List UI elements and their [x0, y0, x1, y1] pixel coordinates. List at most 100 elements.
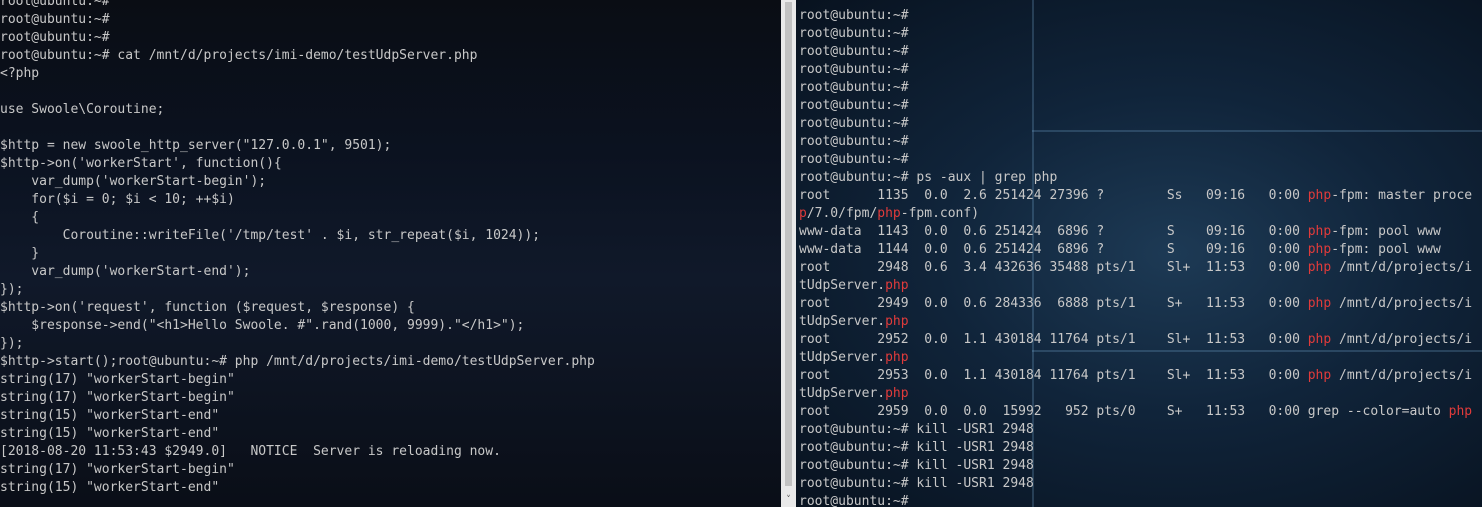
terminal-line: root@ubuntu:~# [0, 0, 110, 9]
terminal-text: root 2952 0.0 1.1 430184 11764 pts/1 Sl+… [799, 332, 1308, 347]
terminal-line: string(15) "workerStart-end" [0, 426, 220, 441]
terminal-line: tUdpServer.php [799, 385, 1472, 403]
terminal-line: tUdpServer.php [799, 349, 1472, 367]
terminal-line: tUdpServer.php [799, 313, 1472, 331]
terminal-line: root@ubuntu:~# [0, 12, 110, 27]
highlighted-match: php [885, 386, 909, 401]
right-terminal-output: root@ubuntu:~# root@ubuntu:~# root@ubuntu:… [799, 7, 1472, 507]
terminal-line: root@ubuntu:~# [799, 25, 1472, 43]
terminal-line: root@ubuntu:~# [799, 493, 1472, 507]
terminal-text: tUdpServer. [799, 386, 886, 401]
terminal-line: string(17) "workerStart-begin" [0, 390, 235, 405]
terminal-text: root@ubuntu:~# kill -USR1 2948 [799, 422, 1034, 437]
highlighted-match: php [1307, 260, 1332, 275]
terminal-line: root 2948 0.6 3.4 432636 35488 pts/1 Sl+… [799, 259, 1472, 277]
terminal-line: use Swoole\Coroutine; [0, 102, 165, 117]
terminal-line: root@ubuntu:~# [799, 7, 1472, 25]
terminal-line: root 2959 0.0 0.0 15992 952 pts/0 S+ 11:… [799, 403, 1472, 421]
highlighted-match: php [1307, 224, 1332, 239]
terminal-text: root 1135 0.0 2.6 251424 27396 ? Ss 09:1… [799, 188, 1308, 203]
terminal-text: root 2949 0.0 0.6 284336 6888 pts/1 S+ 1… [799, 296, 1308, 311]
terminal-line: root@ubuntu:~# [0, 30, 110, 45]
highlighted-match: php [885, 314, 909, 329]
terminal-text: root 2959 0.0 0.0 15992 952 pts/0 S+ 11:… [799, 404, 1449, 419]
left-terminal-output: root@ubuntu:~# root@ubuntu:~# root@ubuntu:… [0, 0, 595, 497]
terminal-line: }); [0, 336, 24, 351]
terminal-line: var_dump('workerStart-begin'); [0, 174, 267, 189]
terminal-line: root@ubuntu:~# [799, 115, 1472, 133]
terminal-text: tUdpServer. [799, 314, 886, 329]
left-terminal-pane[interactable]: root@ubuntu:~# root@ubuntu:~# root@ubuntu:… [0, 0, 781, 507]
scrollbar-thumb[interactable] [785, 2, 792, 486]
terminal-text: tUdpServer. [799, 278, 886, 293]
terminal-line: www-data 1144 0.0 0.6 251424 6896 ? S 09… [799, 241, 1472, 259]
terminal-line: $http->on('request', function ($request,… [0, 300, 415, 315]
highlighted-match: php [885, 278, 909, 293]
highlighted-match: php [885, 350, 909, 365]
terminal-line: for($i = 0; $i < 10; ++$i) [0, 192, 235, 207]
highlighted-match: php [1307, 332, 1332, 347]
terminal-text: /mnt/d/projects/i [1331, 296, 1473, 311]
terminal-line: root@ubuntu:~# ps -aux | grep php [799, 169, 1472, 187]
highlighted-match: php [877, 206, 901, 221]
terminal-line: [2018-08-20 11:53:43 $2949.0] NOTICE Ser… [0, 444, 501, 459]
terminal-line: root@ubuntu:~# kill -USR1 2948 [799, 421, 1472, 439]
terminal-text: root@ubuntu:~# [799, 62, 909, 77]
scroll-down-icon[interactable]: ˅ [783, 495, 794, 505]
terminal-text: /mnt/d/projects/i [1331, 368, 1473, 383]
terminal-line: string(17) "workerStart-begin" [0, 372, 235, 387]
terminal-line: string(17) "workerStart-begin" [0, 462, 235, 477]
terminal-line: root 1135 0.0 2.6 251424 27396 ? Ss 09:1… [799, 187, 1472, 205]
terminal-text: root 2948 0.6 3.4 432636 35488 pts/1 Sl+… [799, 260, 1308, 275]
terminal-line: $http = new swoole_http_server("127.0.0.… [0, 138, 392, 153]
terminal-text: root@ubuntu:~# [799, 152, 909, 167]
terminal-text: -fpm: pool www [1331, 242, 1441, 257]
terminal-text: root@ubuntu:~# [799, 8, 909, 23]
terminal-line: root@ubuntu:~# kill -USR1 2948 [799, 475, 1472, 493]
terminal-text: root 2953 0.0 1.1 430184 11764 pts/1 Sl+… [799, 368, 1308, 383]
terminal-line: $response->end("<h1>Hello Swoole. #".ran… [0, 318, 525, 333]
terminal-text: root@ubuntu:~# [799, 98, 909, 113]
terminal-text: www-data 1143 0.0 0.6 251424 6896 ? S 09… [799, 224, 1308, 239]
terminal-text: root@ubuntu:~# kill -USR1 2948 [799, 458, 1034, 473]
terminal-text: -fpm: pool www [1331, 224, 1441, 239]
terminal-text: /7.0/fpm/ [806, 206, 878, 221]
terminal-line: root 2952 0.0 1.1 430184 11764 pts/1 Sl+… [799, 331, 1472, 349]
terminal-line: { [0, 210, 40, 225]
terminal-line: root@ubuntu:~# cat /mnt/d/projects/imi-d… [0, 48, 478, 63]
terminal-text: root@ubuntu:~# kill -USR1 2948 [799, 440, 1034, 455]
terminal-line: root@ubuntu:~# [799, 133, 1472, 151]
terminal-line: $http->start();root@ubuntu:~# php /mnt/d… [0, 354, 595, 369]
vertical-scrollbar[interactable]: ˅ [781, 0, 796, 507]
terminal-text: root@ubuntu:~# [799, 80, 909, 95]
terminal-line: string(15) "workerStart-end" [0, 408, 220, 423]
terminal-line: $http->on('workerStart', function(){ [0, 156, 282, 171]
terminal-line: root@ubuntu:~# [799, 79, 1472, 97]
terminal-text: root@ubuntu:~# ps -aux | grep php [799, 170, 1058, 185]
highlighted-match: php [1448, 404, 1473, 419]
terminal-line: root 2949 0.0 0.6 284336 6888 pts/1 S+ 1… [799, 295, 1472, 313]
highlighted-match: php [1307, 188, 1332, 203]
highlighted-match: php [1307, 242, 1332, 257]
terminal-text: -fpm: master proce [1331, 188, 1473, 203]
terminal-text: tUdpServer. [799, 350, 886, 365]
terminal-text: root@ubuntu:~# [799, 134, 909, 149]
terminal-line: tUdpServer.php [799, 277, 1472, 295]
terminal-line: p/7.0/fpm/php-fpm.conf) [799, 205, 1472, 223]
terminal-line: root@ubuntu:~# [799, 97, 1472, 115]
terminal-text: root@ubuntu:~# [799, 26, 909, 41]
terminal-line: var_dump('workerStart-end'); [0, 264, 251, 279]
terminal-line: string(15) "workerStart-end" [0, 480, 220, 495]
terminal-text: /mnt/d/projects/i [1331, 332, 1473, 347]
terminal-line: }); [0, 282, 24, 297]
terminal-text: /mnt/d/projects/i [1331, 260, 1473, 275]
terminal-line: root 2953 0.0 1.1 430184 11764 pts/1 Sl+… [799, 367, 1472, 385]
terminal-line: root@ubuntu:~# kill -USR1 2948 [799, 457, 1472, 475]
highlighted-match: php [1307, 296, 1332, 311]
terminal-line: root@ubuntu:~# [799, 43, 1472, 61]
terminal-line: Coroutine::writeFile('/tmp/test' . $i, s… [0, 228, 541, 243]
terminal-text: root@ubuntu:~# [799, 44, 909, 59]
right-terminal-pane[interactable]: root@ubuntu:~# root@ubuntu:~# root@ubuntu:… [796, 0, 1482, 507]
terminal-line: www-data 1143 0.0 0.6 251424 6896 ? S 09… [799, 223, 1472, 241]
terminal-text: www-data 1144 0.0 0.6 251424 6896 ? S 09… [799, 242, 1308, 257]
